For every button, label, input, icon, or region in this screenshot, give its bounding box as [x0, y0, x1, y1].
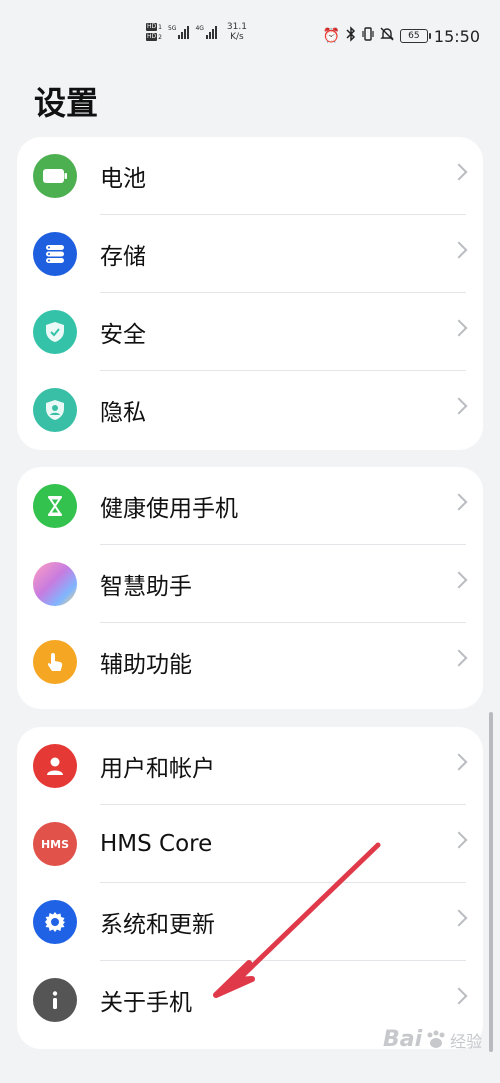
battery-icon: [33, 154, 77, 198]
hand-icon: [33, 640, 77, 684]
settings-item-system-update[interactable]: 系统和更新: [17, 883, 483, 961]
hms-logo-icon: HMS: [33, 822, 77, 866]
orb-icon: [33, 562, 77, 606]
settings-item-label: 电池: [100, 166, 146, 192]
settings-item-accessibility[interactable]: 辅助功能: [17, 623, 483, 701]
settings-item-label: 辅助功能: [100, 652, 192, 678]
chevron-right-icon: [450, 241, 468, 259]
settings-item-label: 关于手机: [100, 990, 192, 1016]
settings-item-label: 存储: [100, 244, 146, 270]
settings-item-hms-core[interactable]: HMS HMS Core: [17, 805, 483, 883]
chevron-right-icon: [450, 753, 468, 771]
paw-icon: [427, 1030, 445, 1048]
settings-group-assist: 健康使用手机 智慧助手 辅助功能: [17, 467, 483, 709]
settings-item-assistant[interactable]: 智慧助手: [17, 545, 483, 623]
settings-item-label: 用户和帐户: [100, 756, 215, 782]
mute-icon: [380, 26, 394, 46]
chevron-right-icon: [450, 831, 468, 849]
settings-item-digital-balance[interactable]: 健康使用手机: [17, 467, 483, 545]
chevron-right-icon: [450, 397, 468, 415]
person-icon: [33, 744, 77, 788]
signal-5g-icon: 5G: [168, 25, 190, 39]
hd-badge-2: HD 2: [146, 33, 162, 41]
scrollbar[interactable]: [489, 712, 493, 1052]
hd-badge-1: HD 1: [146, 23, 162, 31]
settings-item-label: 隐私: [100, 400, 146, 426]
gear-icon: [33, 900, 77, 944]
settings-item-battery[interactable]: 电池: [17, 137, 483, 215]
bluetooth-icon: [346, 26, 356, 46]
chevron-right-icon: [450, 493, 468, 511]
status-bar: HD 1 HD 2 5G 4G 31.1 K/s ⏰ 65 15:50: [0, 0, 500, 70]
storage-icon: [33, 232, 77, 276]
settings-item-label: 智慧助手: [100, 574, 192, 600]
settings-item-storage[interactable]: 存储: [17, 215, 483, 293]
settings-item-privacy[interactable]: 隐私: [17, 371, 483, 449]
privacy-shield-icon: [33, 388, 77, 432]
settings-item-label: 系统和更新: [100, 912, 215, 938]
settings-group-system: 用户和帐户 HMS HMS Core 系统和更新 关于手机: [17, 727, 483, 1049]
vibrate-icon: [362, 26, 374, 46]
watermark-logo: Bai 经验: [383, 1027, 483, 1052]
settings-item-accounts[interactable]: 用户和帐户: [17, 727, 483, 805]
network-status: HD 1 HD 2 5G 4G 31.1 K/s: [146, 22, 247, 42]
settings-item-security[interactable]: 安全: [17, 293, 483, 371]
settings-group-device: 电池 存储 安全 隐私: [17, 137, 483, 450]
settings-item-label: 安全: [100, 322, 146, 348]
network-speed: 31.1 K/s: [226, 22, 247, 42]
chevron-right-icon: [450, 909, 468, 927]
system-status: ⏰ 65 15:50: [322, 26, 480, 46]
chevron-right-icon: [450, 319, 468, 337]
shield-icon: [33, 310, 77, 354]
page-title: 设置: [34, 84, 99, 122]
chevron-right-icon: [450, 987, 468, 1005]
chevron-right-icon: [450, 163, 468, 181]
hourglass-icon: [33, 484, 77, 528]
info-icon: [33, 978, 77, 1022]
signal-4g-icon: 4G: [195, 25, 217, 39]
settings-item-label: 健康使用手机: [100, 496, 238, 522]
clock: 15:50: [433, 26, 480, 46]
settings-item-label: HMS Core: [100, 831, 213, 857]
chevron-right-icon: [450, 571, 468, 589]
hd-badges: HD 1 HD 2: [146, 23, 162, 41]
battery-level-icon: 65: [399, 29, 431, 43]
alarm-icon: ⏰: [322, 28, 340, 44]
chevron-right-icon: [450, 649, 468, 667]
